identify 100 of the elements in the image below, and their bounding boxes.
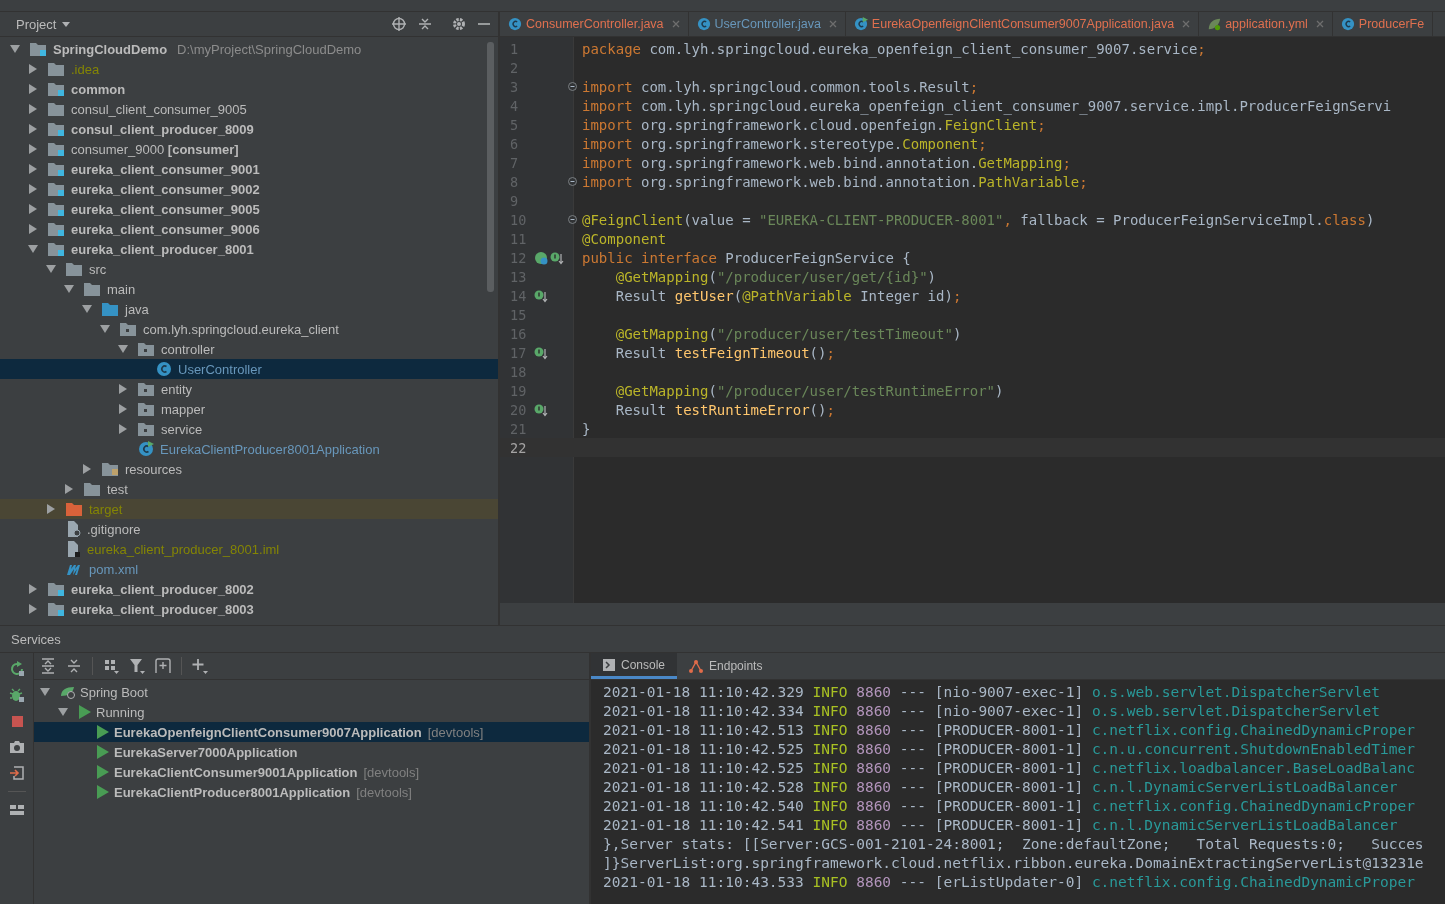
expand-arrow-icon[interactable] [64, 484, 74, 494]
status-group-item[interactable]: Running [34, 702, 589, 722]
tree-item[interactable]: pom.xml [0, 559, 498, 579]
expand-arrow-icon[interactable] [28, 184, 38, 194]
filter-icon[interactable] [129, 658, 145, 674]
class-icon [156, 361, 172, 377]
expand-arrow-icon[interactable] [82, 464, 92, 474]
tree-item[interactable]: consumer_9000 [consumer] [0, 139, 498, 159]
expand-arrow-icon[interactable] [58, 707, 68, 717]
tree-item[interactable]: com.lyh.springcloud.eureka_client [0, 319, 498, 339]
tree-item[interactable]: main [0, 279, 498, 299]
collapse-all-icon[interactable] [66, 658, 82, 674]
console-tab[interactable]: Endpoints [677, 653, 775, 679]
fold-icon[interactable] [568, 215, 577, 224]
tree-item[interactable]: mapper [0, 399, 498, 419]
close-icon[interactable] [1182, 20, 1191, 28]
expand-arrow-icon[interactable] [46, 504, 56, 514]
tree-item[interactable]: UserController [0, 359, 498, 379]
tree-item[interactable]: consul_client_consumer_9005 [0, 99, 498, 119]
console-line: 2021-01-18 11:10:42.513 INFO 8860 --- [PRODUCER-8001-1] c.netflix.config.ChainedDynamicProper [603, 721, 1415, 738]
implementation-icon[interactable] [534, 345, 548, 360]
expand-arrow-icon[interactable] [10, 44, 20, 54]
expand-arrow-icon[interactable] [118, 404, 128, 414]
code-line: Result testFeignTimeout(); [614, 344, 835, 361]
editor-tab[interactable]: EurekaOpenfeignClientConsumer9007Application.java [845, 12, 1200, 36]
expand-arrow-icon[interactable] [46, 264, 56, 274]
tree-item[interactable]: SpringCloudDemo D:\myProject\SpringCloudDemo [0, 39, 498, 59]
panel-title: Services [11, 631, 61, 647]
fold-icon[interactable] [568, 177, 577, 186]
expand-arrow-icon[interactable] [28, 204, 38, 214]
editor-tab[interactable]: ConsumerController.java [500, 12, 689, 36]
tree-item[interactable]: EurekaClientProducer8001Application [0, 439, 498, 459]
login-icon[interactable] [8, 765, 25, 781]
expand-arrow-icon[interactable] [28, 84, 38, 94]
expand-arrow-icon[interactable] [118, 344, 128, 354]
tree-item[interactable]: eureka_client_consumer_9006 [0, 219, 498, 239]
tree-item[interactable]: entity [0, 379, 498, 399]
implemented-icon[interactable] [534, 250, 548, 265]
rerun-icon[interactable] [8, 661, 25, 677]
tree-item[interactable]: eureka_client_consumer_9002 [0, 179, 498, 199]
application-item[interactable]: EurekaClientProducer8001Application [devtools] [34, 782, 589, 802]
layout-icon[interactable] [8, 802, 25, 818]
tree-item[interactable]: src [0, 259, 498, 279]
locate-icon[interactable] [392, 17, 406, 31]
framework-group-item[interactable]: Spring Boot [34, 682, 589, 702]
debug-icon[interactable] [8, 687, 25, 703]
tree-item[interactable]: common [0, 79, 498, 99]
implementation-icon[interactable] [534, 402, 548, 417]
expand-arrow-icon[interactable] [28, 104, 38, 114]
settings-icon[interactable] [452, 17, 466, 31]
group-icon[interactable] [103, 658, 119, 674]
tree-item[interactable]: java [0, 299, 498, 319]
folder-icon [48, 162, 65, 176]
tree-item[interactable]: eureka_client_producer_8002 [0, 579, 498, 599]
expand-arrow-icon[interactable] [28, 64, 38, 74]
application-item[interactable]: EurekaClientConsumer9001Application [devtools] [34, 762, 589, 782]
editor-tab[interactable]: application.yml [1199, 12, 1333, 36]
expand-arrow-icon[interactable] [64, 284, 74, 294]
expand-arrow-icon[interactable] [100, 324, 110, 334]
expand-arrow-icon[interactable] [118, 424, 128, 434]
add-icon[interactable] [192, 658, 208, 674]
collapse-all-icon[interactable] [418, 17, 432, 31]
close-icon[interactable] [1315, 20, 1324, 28]
tree-item[interactable]: eureka_client_consumer_9001 [0, 159, 498, 179]
tree-item[interactable]: eureka_client_producer_8001 [0, 239, 498, 259]
project-view-selector[interactable]: Project [16, 16, 71, 32]
implementation-icon[interactable] [550, 250, 564, 265]
implementation-icon[interactable] [534, 288, 548, 303]
expand-arrow-icon[interactable] [40, 687, 50, 697]
add-service-icon[interactable] [155, 658, 171, 674]
tree-item[interactable]: consul_client_producer_8009 [0, 119, 498, 139]
tree-item[interactable]: resources [0, 459, 498, 479]
editor-tab[interactable]: ProducerFe [1332, 12, 1434, 36]
scrollbar[interactable] [487, 42, 494, 292]
folder-icon [138, 382, 155, 396]
expand-arrow-icon[interactable] [82, 304, 92, 314]
expand-arrow-icon[interactable] [118, 384, 128, 394]
tree-item[interactable]: eureka_client_consumer_9005 [0, 199, 498, 219]
application-item[interactable]: EurekaOpenfeignClientConsumer9007Application [devtools] [34, 722, 589, 742]
tree-item[interactable]: .gitignore [0, 519, 498, 539]
tree-item[interactable]: controller [0, 339, 498, 359]
console-tab[interactable]: Console [591, 653, 678, 679]
close-icon[interactable] [671, 20, 680, 28]
expand-arrow-icon[interactable] [28, 584, 38, 594]
expand-arrow-icon[interactable] [28, 124, 38, 134]
tree-item[interactable]: eureka_client_producer_8003 [0, 599, 498, 619]
expand-arrow-icon[interactable] [28, 224, 38, 234]
application-item[interactable]: EurekaServer7000Application [34, 742, 589, 762]
close-icon[interactable] [828, 20, 837, 28]
camera-icon[interactable] [8, 739, 25, 755]
expand-arrow-icon[interactable] [28, 604, 38, 614]
expand-arrow-icon[interactable] [28, 164, 38, 174]
expand-arrow-icon[interactable] [28, 144, 38, 154]
console-line: ]}ServerList:org.springframework.cloud.netflix.ribbon.eureka.DomainExtractingServerList@13231e [603, 854, 1424, 871]
fold-icon[interactable] [568, 82, 577, 91]
tree-item[interactable]: service [0, 419, 498, 439]
expand-all-icon[interactable] [40, 658, 56, 674]
tree-item[interactable]: test [0, 479, 498, 499]
expand-arrow-icon[interactable] [28, 244, 38, 254]
editor-tab[interactable]: UserController.java [688, 12, 846, 36]
